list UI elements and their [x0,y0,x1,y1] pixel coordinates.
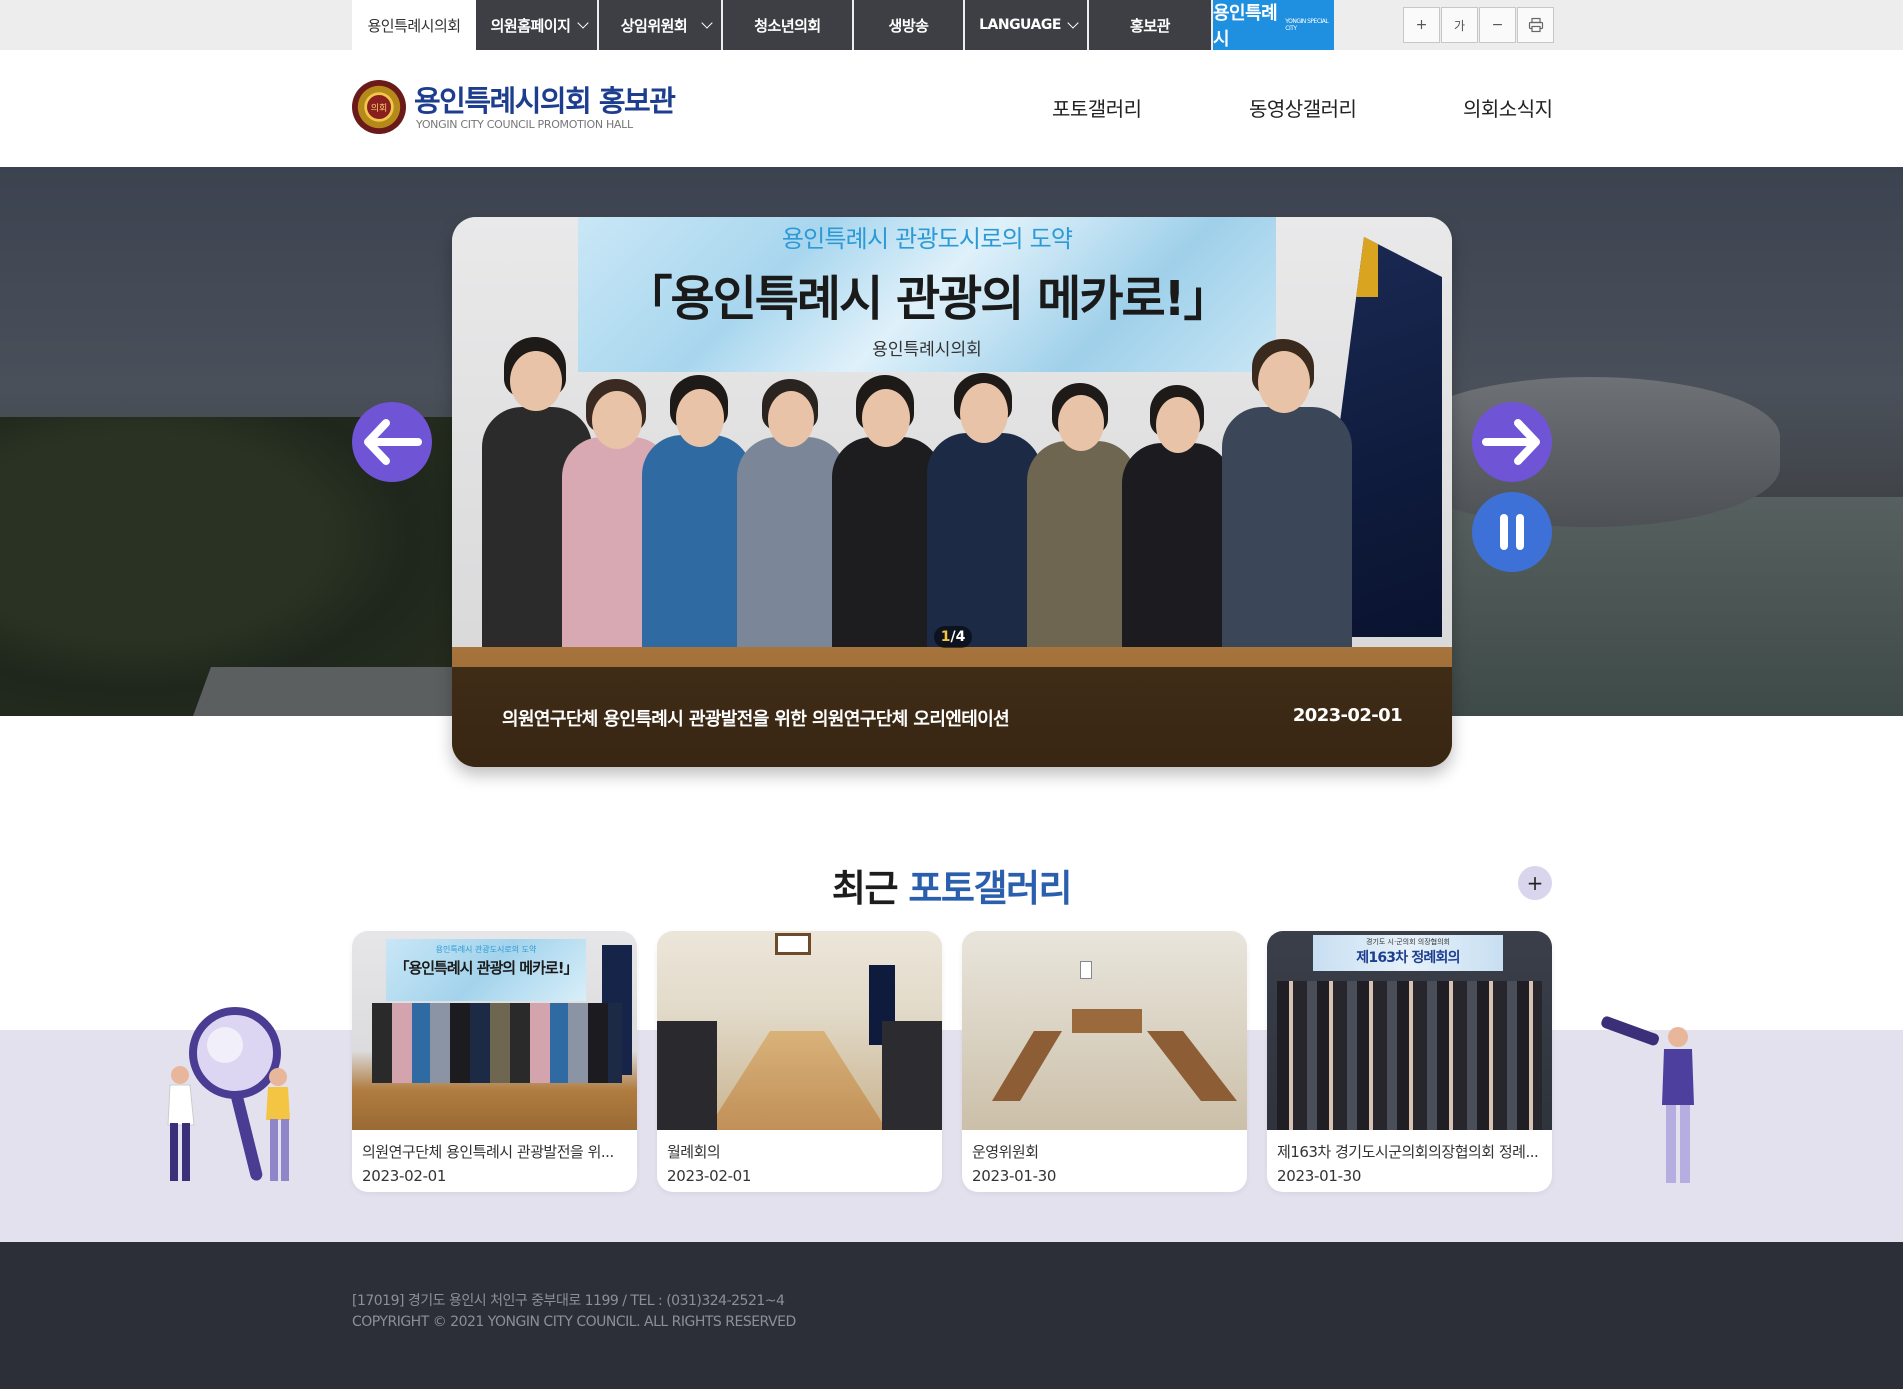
thumbnail-front-desk [1072,1009,1142,1033]
chevron-down-icon [577,17,589,29]
rotunda-background [1400,377,1780,527]
gallery-thumbnail: 용인특례시 관광도시로의 도약 「용인특례시 관광의 메카로!」 [352,931,637,1130]
footer-copyright: COPYRIGHT © 2021 YONGIN CITY COUNCIL. AL… [352,1314,796,1330]
gallery-title-accent: 포토갤러리 [908,867,1072,910]
person-head [510,351,562,411]
topnav-youth-council[interactable]: 청소년의회 [723,0,854,50]
nav-video-gallery[interactable]: 동영상갤러리 [1249,93,1357,122]
topnav-language[interactable]: LANGUAGE [965,0,1089,50]
gallery-card[interactable]: 월례회의 2023-02-01 [657,931,942,1192]
thumbnail-banner: 경기도 시·군의회 의장협의회 제163차 정례회의 [1313,935,1503,971]
thumbnail-people [372,1003,622,1083]
gallery-title-plain: 최근 [831,867,899,910]
card-title: 의원연구단체 용인특례시 관광발전을 위... [362,1143,614,1161]
topnav-promotion-hall[interactable]: 홍보관 [1089,0,1213,50]
thumbnail-national-flag [1080,961,1092,979]
person-figure [1122,443,1232,677]
thumbnail-group [1277,981,1542,1130]
gallery-thumbnail [962,931,1247,1130]
thumbnail-national-flag [775,933,811,955]
thumbnail-banner-small: 용인특례시 관광도시로의 도약 [435,945,537,954]
topnav-live[interactable]: 생방송 [854,0,965,50]
thumbnail-table [707,1031,887,1130]
slide-caption[interactable]: 의원연구단체 용인특례시 관광발전을 위한 의원연구단체 오리엔테이션 [502,705,1010,731]
print-button[interactable] [1517,7,1554,43]
card-date: 2023-01-30 [972,1167,1057,1185]
gallery-more-button[interactable]: + [1518,866,1552,900]
person-figure [1027,441,1137,677]
person-figure [737,437,847,677]
thumbnail-table-left [992,1031,1062,1101]
thumbnail-attendees [657,1021,717,1130]
chevron-down-icon [1067,17,1079,29]
person-head [592,391,642,449]
slide-date: 2023-02-01 [1292,705,1403,726]
person-head [1258,351,1310,413]
gallery-card[interactable]: 경기도 시·군의회 의장협의회 제163차 정례회의 제163차 경기도시군의회… [1267,931,1552,1192]
slide-counter-total: 4 [955,629,966,645]
site-nav: 용인특례시의회 의원홈페이지 상임위원회 청소년의회 생방송 LANGUAGE … [352,0,1334,50]
thumbnail-table-right [1147,1031,1237,1101]
zoom-in-button[interactable]: + [1403,7,1440,43]
zoom-out-button[interactable]: − [1479,7,1516,43]
group-photo-people [452,317,1452,677]
thumbnail-attendees [882,1021,942,1130]
slide-prev-button[interactable] [352,402,432,482]
main-slide[interactable]: 용인특례시 관광도시로의 도약 「용인특례시 관광의 메카로!」 용인특례시의회 [452,217,1452,767]
slide-counter-current: 1 [940,629,951,645]
telescope-illustration [1601,1016,1694,1183]
slide-pause-button[interactable] [1472,492,1552,572]
thumbnail-banner-small: 경기도 시·군의회 의장협의회 [1366,938,1450,946]
brand-small-text: YONGIN SPECIAL CITY [1285,18,1329,32]
gallery-card[interactable]: 운영위원회 2023-01-30 [962,931,1247,1192]
nav-newsletter[interactable]: 의회소식지 [1463,93,1553,122]
thumbnail-banner-big: 제163차 정례회의 [1356,950,1460,966]
card-date: 2023-01-30 [1277,1167,1362,1185]
magnifier-illustration [167,1007,290,1181]
slide-counter: 1/4 [934,626,972,648]
slide-next-button[interactable] [1472,402,1552,482]
gallery-section-title: 최근 포토갤러리 [0,858,1903,912]
site-footer: [17019] 경기도 용인시 처인구 중부대로 1199 / TEL : (0… [0,1242,1903,1389]
person-figure [1222,407,1352,677]
card-date: 2023-02-01 [362,1167,447,1185]
gallery-thumbnail: 경기도 시·군의회 의장협의회 제163차 정례회의 [1267,931,1552,1130]
card-title: 운영위원회 [972,1143,1039,1161]
nav-photo-gallery[interactable]: 포토갤러리 [1052,93,1142,122]
print-icon [1528,17,1543,33]
site-title[interactable]: 용인특례시의회 홍보관 [414,78,676,120]
card-title: 제163차 경기도시군의회의장협의회 정례... [1277,1143,1539,1161]
person-head [862,389,910,447]
person-figure [832,437,942,677]
banner-line-1: 용인특례시 관광도시로의 도약 [781,225,1073,253]
arrow-right-icon [1482,419,1540,465]
pause-icon [1500,514,1524,550]
topnav-council[interactable]: 용인특례시의회 [352,0,476,50]
topnav-member-homepage[interactable]: 의원홈페이지 [476,0,599,50]
topnav-committee[interactable]: 상임위원회 [599,0,723,50]
person-head [1156,397,1200,453]
person-head [960,383,1008,443]
emblem-text: 의회 [367,95,391,119]
gallery-thumbnail [657,931,942,1130]
site-subtitle: YONGIN CITY COUNCIL PROMOTION HALL [416,118,633,131]
thumbnail-banner: 용인특례시 관광도시로의 도약 「용인특례시 관광의 메카로!」 [386,939,586,1001]
person-figure [642,435,752,677]
top-utility-bar: 용인특례시의회 의원홈페이지 상임위원회 청소년의회 생방송 LANGUAGE … [0,0,1903,50]
card-title: 월례회의 [667,1143,721,1161]
chevron-down-icon [701,17,713,29]
card-date: 2023-02-01 [667,1167,752,1185]
council-emblem-logo[interactable]: 의회 [352,80,406,134]
gallery-card[interactable]: 용인특례시 관광도시로의 도약 「용인특례시 관광의 메카로!」 의원연구단체 … [352,931,637,1192]
arrow-left-icon [364,419,422,465]
person-head [1058,395,1104,451]
accessibility-tools: + 가 − [1403,7,1555,43]
thumbnail-banner-big: 「용인특례시 관광의 메카로!」 [394,959,578,977]
person-head [768,391,814,447]
font-size-button[interactable]: 가 [1441,7,1478,43]
yongin-city-link[interactable]: 용인특례시 YONGIN SPECIAL CITY [1213,0,1334,50]
footer-address: [17019] 경기도 용인시 처인구 중부대로 1199 / TEL : (0… [352,1293,785,1309]
person-head [676,389,724,447]
